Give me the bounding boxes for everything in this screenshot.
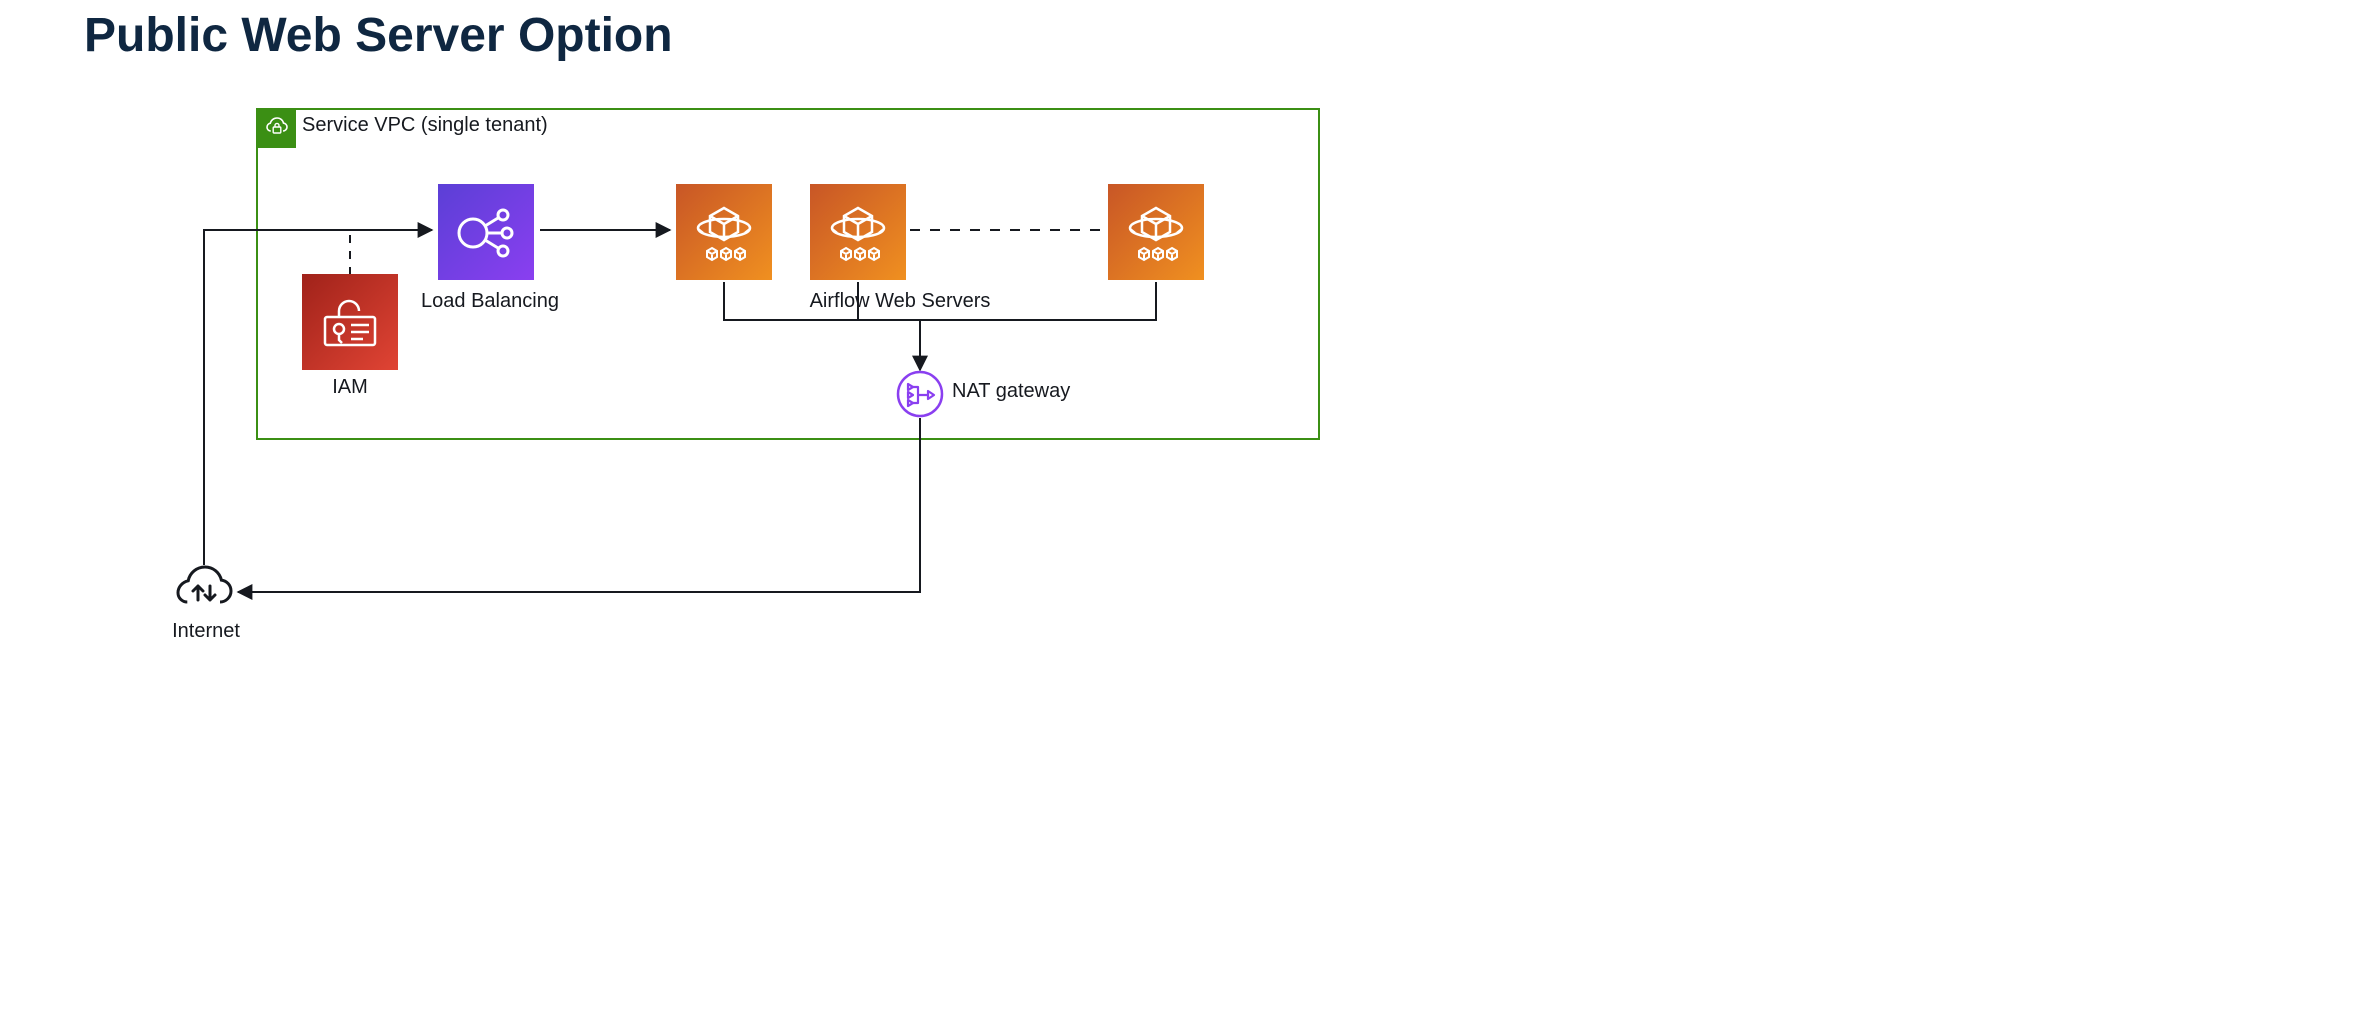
- edge-nat-to-internet: [238, 418, 920, 592]
- load-balancing-node: [438, 184, 534, 280]
- vpc-label: Service VPC (single tenant): [302, 114, 548, 137]
- diagram-canvas: Public Web Server Option Service VPC (si…: [0, 0, 2362, 1018]
- iam-label: IAM: [302, 376, 398, 399]
- web-server-node: [676, 184, 772, 280]
- container-icon: [688, 196, 760, 268]
- cloud-updown-icon: [172, 560, 236, 616]
- nat-gateway-icon: [896, 370, 944, 418]
- web-servers-label: Airflow Web Servers: [770, 290, 1030, 313]
- load-balancer-icon: [451, 197, 521, 267]
- internet-label: Internet: [156, 620, 256, 643]
- container-icon: [1120, 196, 1192, 268]
- iam-icon: [315, 287, 385, 357]
- cloud-lock-icon: [256, 108, 296, 148]
- web-server-node: [810, 184, 906, 280]
- load-balancing-label: Load Balancing: [400, 290, 580, 313]
- iam-node: [302, 274, 398, 370]
- nat-gateway-label: NAT gateway: [952, 380, 1112, 403]
- container-icon: [822, 196, 894, 268]
- nat-gateway-node: [896, 370, 944, 418]
- page-title: Public Web Server Option: [84, 8, 673, 63]
- web-server-node: [1108, 184, 1204, 280]
- internet-node: [172, 560, 236, 616]
